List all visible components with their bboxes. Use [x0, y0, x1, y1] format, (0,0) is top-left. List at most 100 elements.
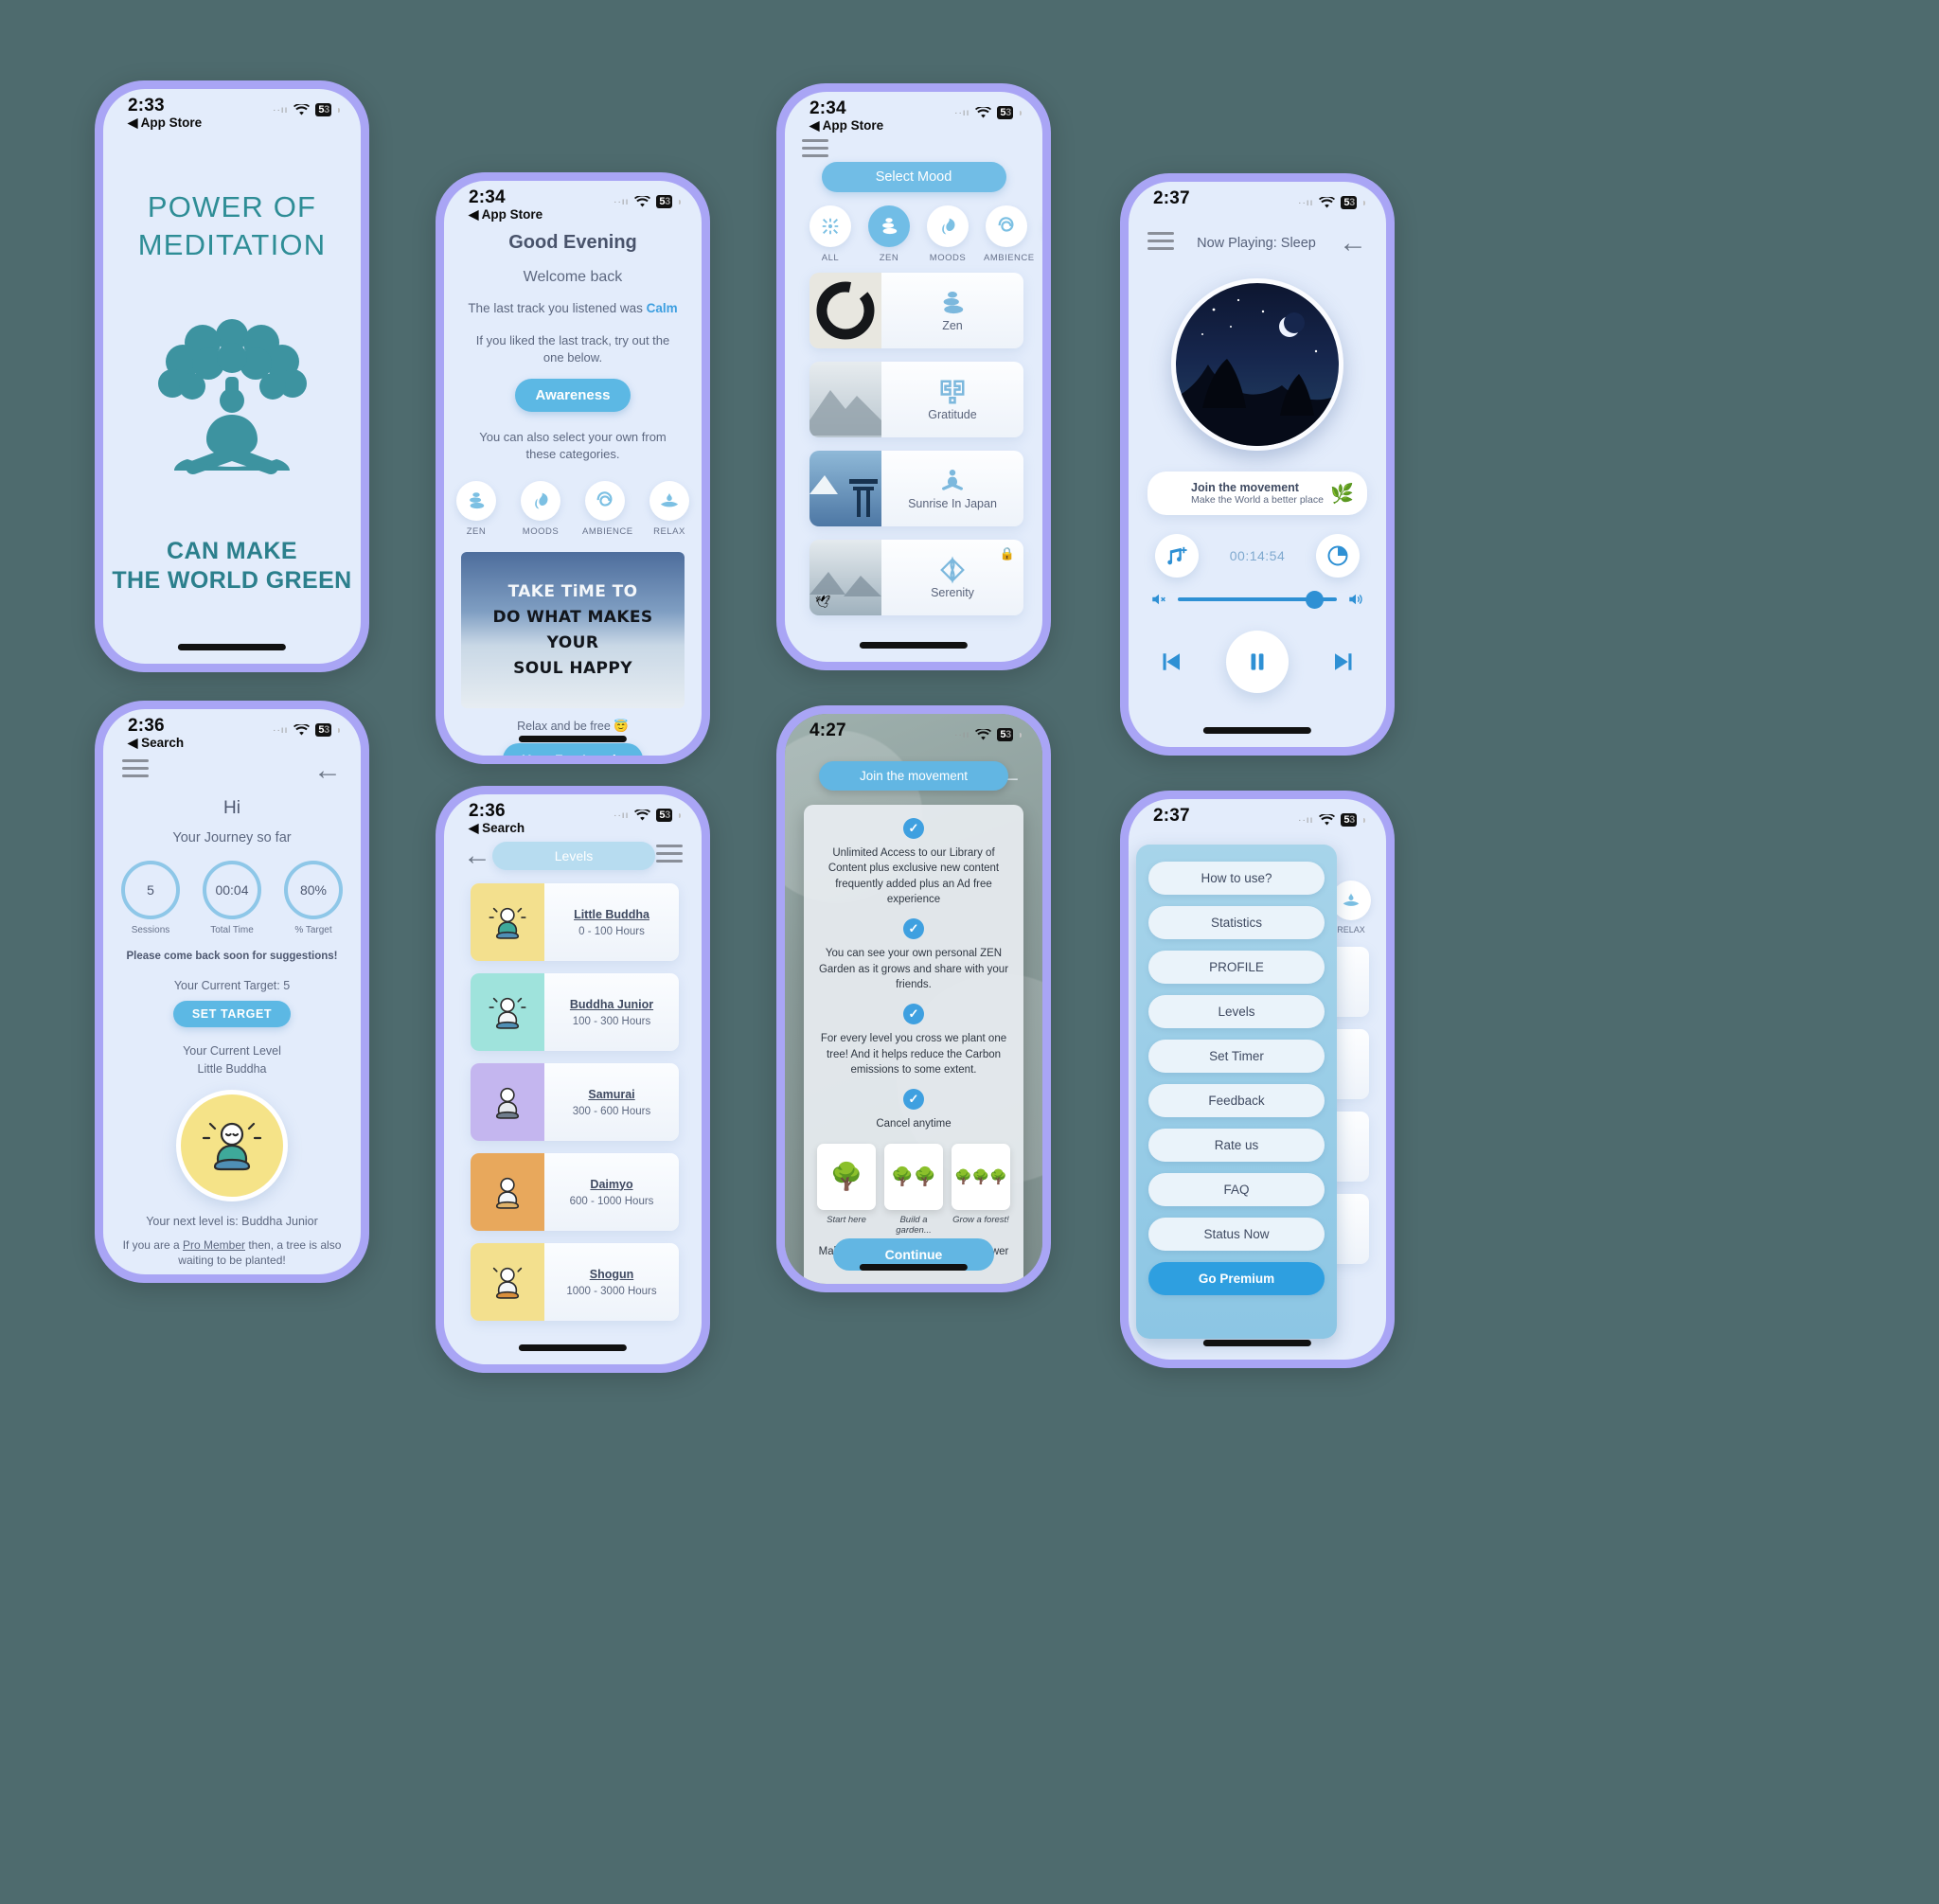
set-target-button[interactable]: SET TARGET [172, 1001, 292, 1027]
lotus-person-icon [942, 470, 963, 490]
menu-screen: 2:37 ··ıı 53 AMBIENCE [1129, 799, 1386, 1360]
benefit-block: ✓ For every level you cross we plant one… [817, 1004, 1010, 1077]
menu-icon[interactable] [122, 759, 149, 782]
status-time: 2:36 [128, 716, 165, 736]
home-indicator[interactable] [518, 736, 628, 742]
status-time: 4:27 [809, 721, 846, 740]
pause-button[interactable] [1226, 631, 1289, 693]
lock-icon[interactable]: 🔒 [1000, 546, 1015, 561]
category-label: MOODS [522, 526, 560, 538]
skip-previous-icon[interactable] [1156, 648, 1184, 676]
mood-tab-moods[interactable]: MOODS [925, 205, 970, 263]
mood-tab-all[interactable]: ALL [808, 205, 853, 263]
select-mood-pill[interactable]: Select Mood [821, 162, 1006, 192]
badge-wrap [103, 1089, 361, 1201]
tree-caption: Grow a forest! [952, 1214, 1009, 1225]
volume-knob[interactable] [1306, 591, 1324, 609]
battery-indicator: 53 [315, 723, 331, 737]
volume-control[interactable] [1129, 578, 1386, 609]
battery-indicator: 53 [315, 103, 331, 116]
mood-tab-label: ZEN [879, 253, 899, 263]
journey-note: Please come back soon for suggestions! [126, 951, 338, 962]
drawer-item-levels[interactable]: Levels [1148, 995, 1325, 1028]
status-back-label[interactable]: ◀ App Store [469, 207, 543, 222]
volume-mute-icon[interactable] [1149, 591, 1168, 608]
home-indicator[interactable] [1202, 1340, 1312, 1346]
home-indicator[interactable] [177, 644, 287, 650]
level-row[interactable]: Daimyo 600 - 1000 Hours [471, 1153, 679, 1231]
mood-row[interactable]: 🕊 🔒 Serenity [809, 540, 1023, 615]
status-back-label[interactable]: ◀ App Store [809, 118, 883, 133]
menu-icon[interactable] [1147, 232, 1174, 255]
category-relax[interactable]: RELAX [647, 481, 692, 537]
track-body: Zen [881, 273, 1023, 348]
mood-tab-row[interactable]: ALL ZEN MOODS AMBIENCE [785, 192, 1042, 263]
volume-slider[interactable] [1178, 591, 1337, 609]
drawer-item-faq[interactable]: FAQ [1148, 1173, 1325, 1206]
drawer-item-profile[interactable]: PROFILE [1148, 951, 1325, 984]
level-row[interactable]: Shogun 1000 - 3000 Hours [471, 1243, 679, 1321]
mood-header: Select Mood [785, 139, 1042, 192]
last-track-name[interactable]: Calm [647, 301, 678, 315]
drawer-item-feedback[interactable]: Feedback [1148, 1084, 1325, 1117]
zen-levels-button[interactable]: Your Zen Levels [503, 743, 643, 756]
status-back-label[interactable]: ◀ Search [469, 821, 525, 835]
pro-member-link[interactable]: Pro Member [183, 1238, 245, 1252]
back-arrow-icon[interactable]: ← [1339, 229, 1367, 258]
timer-button[interactable] [1316, 534, 1360, 578]
tree-icon: 🌳🌳🌳 [953, 1168, 1008, 1185]
status-back-label[interactable]: ◀ App Store [128, 116, 202, 130]
menu-icon[interactable] [802, 139, 828, 157]
category-moods[interactable]: MOODS [518, 481, 563, 537]
status-back-label[interactable]: ◀ Search [128, 736, 184, 750]
level-row[interactable]: Buddha Junior 100 - 300 Hours [471, 973, 679, 1051]
benefit-text: You can see your own personal ZEN Garden… [818, 948, 1009, 990]
skip-next-icon[interactable] [1330, 648, 1359, 676]
home-indicator[interactable] [1202, 727, 1312, 734]
add-to-playlist-button[interactable] [1155, 534, 1199, 578]
home-indicator[interactable] [859, 1264, 969, 1271]
join-movement-banner[interactable]: Join the movement Make the World a bette… [1147, 472, 1367, 515]
home-indicator[interactable] [518, 1344, 628, 1351]
menu-icon[interactable] [656, 845, 683, 867]
compress-icon [809, 205, 851, 247]
drawer-item-statistics[interactable]: Statistics [1148, 906, 1325, 939]
stats-row: 5 Sessions 00:04 Total Time 80% % Target [103, 861, 361, 935]
join-movement-pill[interactable]: Join the movement [819, 760, 1008, 791]
level-row[interactable]: Samurai 300 - 600 Hours [471, 1063, 679, 1141]
now-playing-screen: 2:37 ··ıı 53 Now Playing: Sleep ← Join t… [1129, 182, 1386, 747]
level-body: Samurai 300 - 600 Hours [544, 1063, 679, 1141]
drawer-item-go-premium[interactable]: Go Premium [1148, 1262, 1325, 1295]
mood-row[interactable]: Zen [809, 273, 1023, 348]
journey-header: ← [103, 756, 361, 785]
suggested-track-button[interactable]: Awareness [514, 379, 632, 413]
drawer-item-set-timer[interactable]: Set Timer [1148, 1040, 1325, 1073]
levels-title-pill[interactable]: Levels [492, 842, 655, 870]
splash-tagline: CAN MAKE THE WORLD GREEN [103, 537, 361, 596]
quote-text: TAKE TiME TO DO WHAT MAKES YOUR SOUL HAP… [461, 552, 685, 708]
mood-row[interactable]: Gratitude [809, 362, 1023, 437]
mood-tab-zen[interactable]: ZEN [866, 205, 912, 263]
phone-now-playing: 2:37 ··ıı 53 Now Playing: Sleep ← Join t… [1120, 173, 1395, 756]
tree-icon: 🌳 [829, 1162, 863, 1192]
back-arrow-icon[interactable]: ← [463, 842, 491, 870]
volume-up-icon[interactable] [1346, 591, 1365, 608]
level-body: Daimyo 600 - 1000 Hours [544, 1153, 679, 1231]
wifi-icon [975, 106, 992, 118]
drawer-item-how-to-use[interactable]: How to use? [1148, 862, 1325, 895]
signal-dots-icon: ··ıı [273, 104, 289, 116]
category-ambience[interactable]: AMBIENCE [582, 481, 632, 537]
track-thumbnail-lake: 🕊 [809, 540, 881, 615]
category-zen[interactable]: ZEN [454, 481, 499, 537]
home-indicator[interactable] [859, 642, 969, 649]
mood-tab-ambience[interactable]: AMBIENCE [984, 205, 1034, 263]
drawer-item-rate-us[interactable]: Rate us [1148, 1129, 1325, 1162]
level-row[interactable]: Little Buddha 0 - 100 Hours [471, 883, 679, 961]
quote-card[interactable]: TAKE TiME TO DO WHAT MAKES YOUR SOUL HAP… [461, 552, 685, 709]
signal-dots-icon: ··ıı [273, 724, 289, 736]
level-body: Shogun 1000 - 3000 Hours [544, 1243, 679, 1321]
drawer-item-status-now[interactable]: Status Now [1148, 1218, 1325, 1251]
mood-row[interactable]: Sunrise In Japan [809, 451, 1023, 526]
back-arrow-icon[interactable]: ← [313, 756, 342, 785]
journey-screen: 2:36 ◀ Search ··ıı 53 ← Hi Your Journey … [103, 709, 361, 1274]
